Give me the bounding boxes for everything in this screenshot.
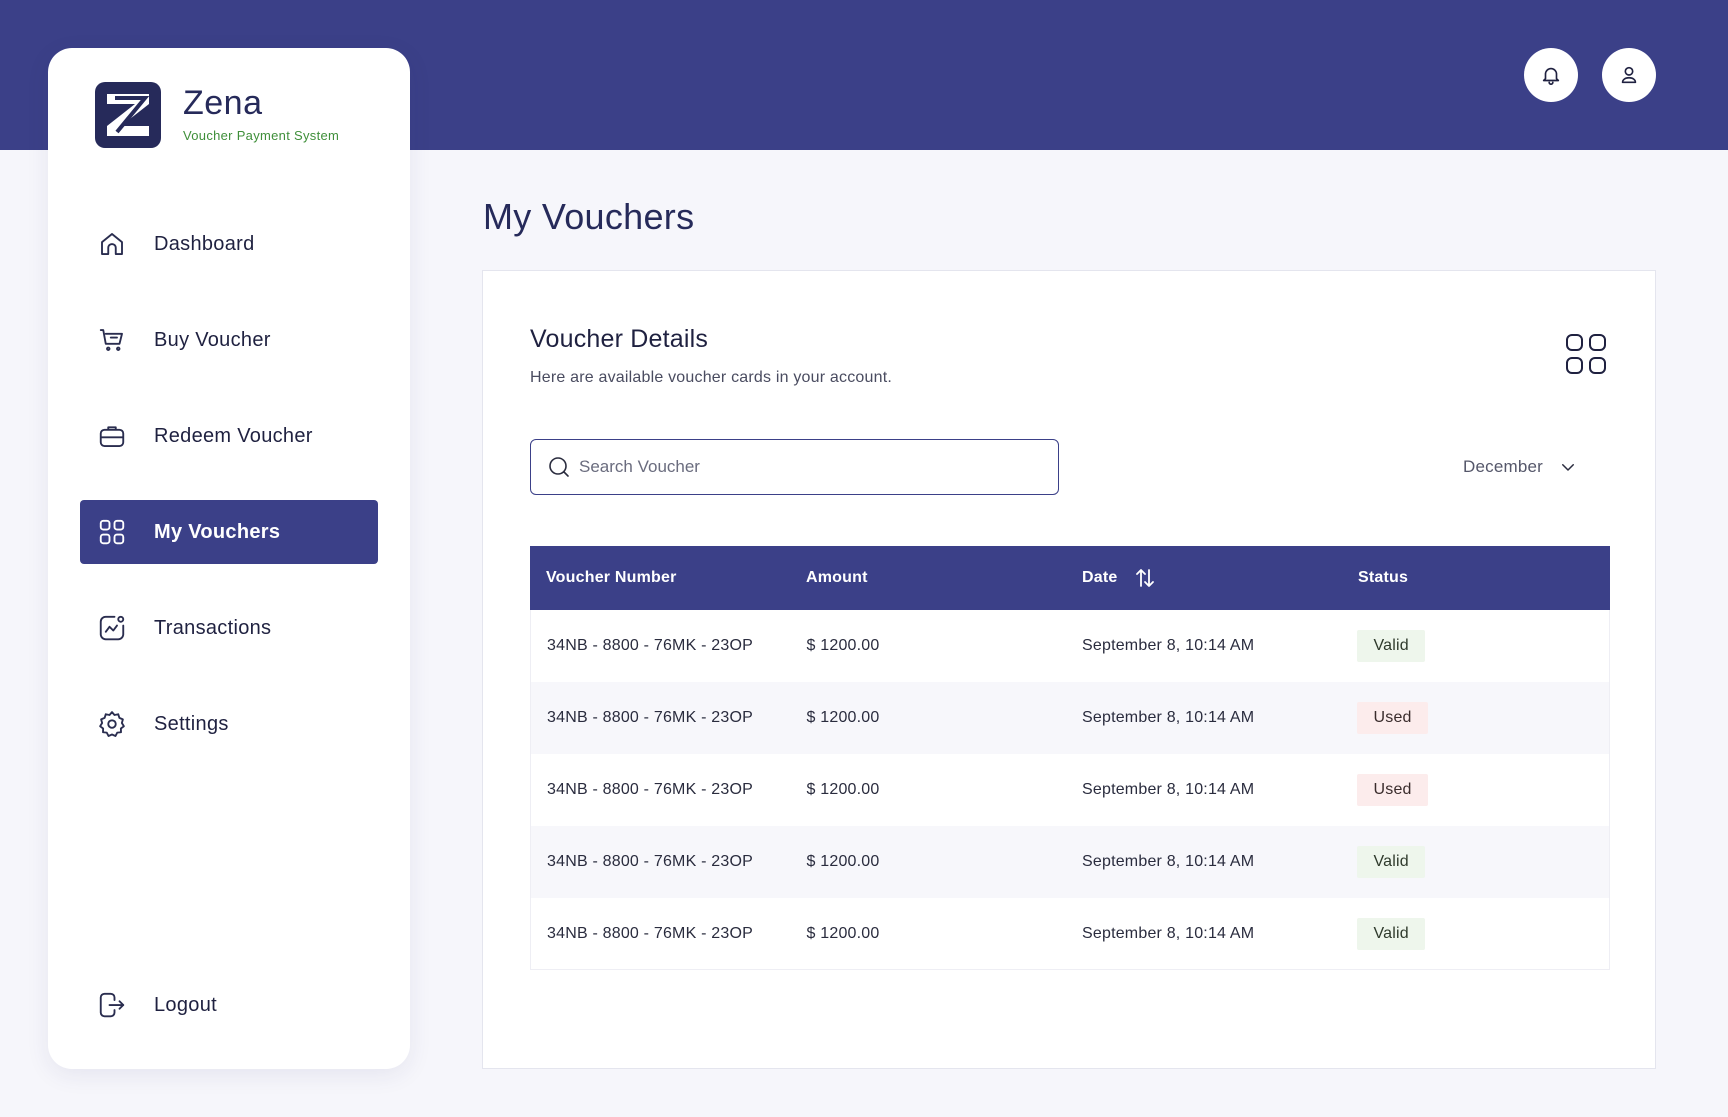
sidebar-item-my-vouchers[interactable]: My Vouchers [80,500,378,564]
column-header-amount[interactable]: Amount [806,569,1082,587]
voucher-number-cell: 34NB - 8800 - 76MK - 23OP [547,709,753,726]
chevron-down-icon [1562,464,1575,471]
sidebar-item-label: Dashboard [154,232,255,255]
date-cell: September 8, 10:14 AM [1082,781,1255,798]
gear-icon [96,708,128,740]
amount-cell: $ 1200.00 [806,924,880,942]
home-icon [96,228,128,260]
status-badge: Valid [1357,917,1425,950]
sidebar-item-transactions[interactable]: Transactions [80,596,378,660]
month-dropdown[interactable]: December [1463,451,1577,483]
logout-icon [96,989,128,1021]
brand-tagline: Voucher Payment System [183,128,340,143]
logout-button[interactable]: Logout [80,973,378,1037]
amount-cell: $ 1200.00 [806,637,880,654]
cart-icon [96,324,128,356]
sidebar-item-label: My Vouchers [154,520,281,543]
grid-view-toggle[interactable] [1565,333,1607,375]
search-input[interactable] [579,457,1039,477]
vouchers-table: Voucher Number Amount Date Status 34NB -… [530,546,1610,970]
search-box[interactable] [530,439,1059,495]
amount-cell: $ 1200.00 [806,853,880,870]
logout-label: Logout [154,993,217,1016]
month-dropdown-value: December [1463,457,1544,476]
amount-cell: $ 1200.00 [806,709,880,726]
profile-button[interactable] [1602,48,1656,102]
table-row[interactable]: 34NB - 8800 - 76MK - 23OP $ 1200.00 Sept… [530,826,1610,898]
sidebar: Zena Voucher Payment System Dashboard Bu… [48,48,410,1069]
sidebar-item-label: Transactions [154,616,272,639]
status-badge: Valid [1357,630,1425,662]
table-row[interactable]: 34NB - 8800 - 76MK - 23OP $ 1200.00 Sept… [530,682,1610,754]
sidebar-item-redeem-voucher[interactable]: Redeem Voucher [80,404,378,468]
status-cell: Used [1357,774,1609,806]
sort-icon[interactable] [1133,566,1157,590]
amount-cell: $ 1200.00 [806,781,880,798]
bell-icon [1542,67,1560,85]
grid-icon [1566,334,1606,374]
voucher-number-cell: 34NB - 8800 - 76MK - 23OP [547,637,753,654]
column-header-voucher-number[interactable]: Voucher Number [530,569,806,587]
sidebar-item-settings[interactable]: Settings [80,692,378,756]
search-icon [549,457,569,477]
voucher-number-cell: 34NB - 8800 - 76MK - 23OP [547,924,753,942]
chart-icon [96,612,128,644]
table-header: Voucher Number Amount Date Status [530,546,1610,610]
column-header-date[interactable]: Date [1082,566,1358,590]
brand[interactable]: Zena Voucher Payment System [95,82,339,148]
status-badge: Valid [1357,846,1425,878]
sidebar-item-buy-voucher[interactable]: Buy Voucher [80,308,378,372]
table-row[interactable]: 34NB - 8800 - 76MK - 23OP $ 1200.00 Sept… [530,898,1610,970]
sidebar-item-label: Buy Voucher [154,328,271,351]
grid-icon [96,516,128,548]
status-badge: Used [1357,774,1428,806]
status-cell: Valid [1357,630,1609,662]
page-title: My Vouchers [483,196,695,237]
user-icon [1621,66,1637,84]
briefcase-icon [96,420,128,452]
table-row[interactable]: 34NB - 8800 - 76MK - 23OP $ 1200.00 Sept… [530,610,1610,682]
status-cell: Valid [1357,917,1609,950]
notifications-button[interactable] [1524,48,1578,102]
column-header-status[interactable]: Status [1358,569,1610,587]
voucher-details-card: Voucher Details Here are available vouch… [482,270,1656,1069]
date-cell: September 8, 10:14 AM [1082,709,1255,726]
voucher-number-cell: 34NB - 8800 - 76MK - 23OP [547,853,753,870]
voucher-number-cell: 34NB - 8800 - 76MK - 23OP [547,781,753,798]
card-title: Voucher Details [530,325,709,353]
sidebar-item-label: Redeem Voucher [154,424,313,447]
status-badge: Used [1357,702,1428,734]
sidebar-item-dashboard[interactable]: Dashboard [80,212,378,276]
column-header-date-label: Date [1082,569,1118,586]
table-row[interactable]: 34NB - 8800 - 76MK - 23OP $ 1200.00 Sept… [530,754,1610,826]
card-subtitle: Here are available voucher cards in your… [530,369,892,386]
status-cell: Valid [1357,846,1609,878]
brand-name: Zena [183,84,263,122]
status-cell: Used [1357,702,1609,734]
date-cell: September 8, 10:14 AM [1082,637,1255,654]
zena-logo-icon [95,82,161,148]
date-cell: September 8, 10:14 AM [1082,924,1255,942]
date-cell: September 8, 10:14 AM [1082,853,1255,870]
sidebar-item-label: Settings [154,712,229,735]
